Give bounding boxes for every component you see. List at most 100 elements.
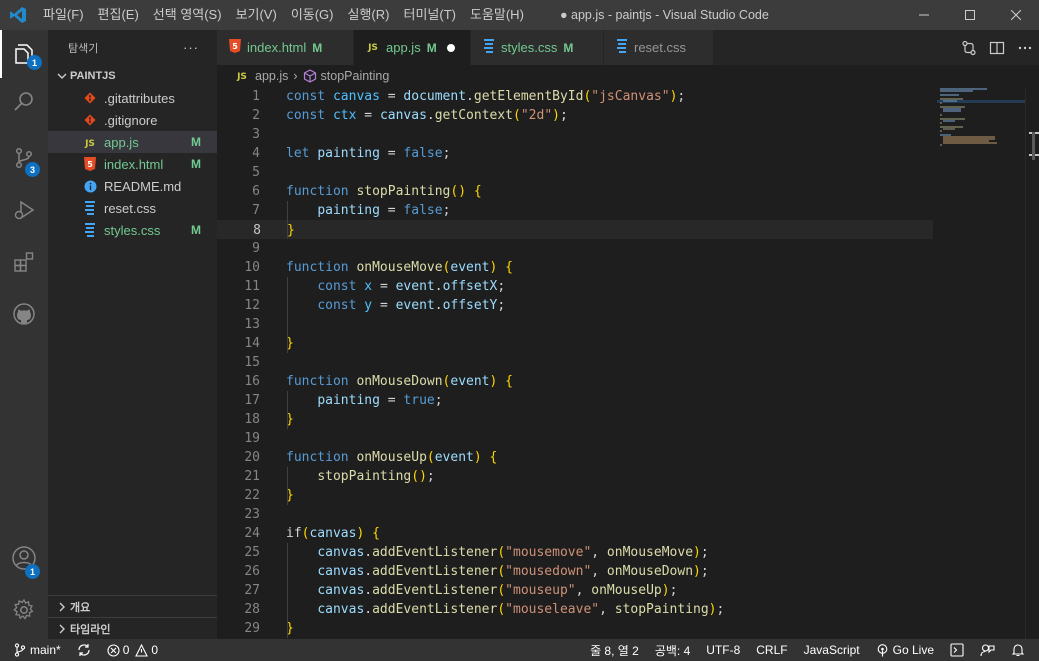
notifications-button[interactable] <box>1003 639 1039 661</box>
menu-file[interactable]: 파일(F) <box>36 0 91 30</box>
more-editor-actions-button[interactable] <box>1011 30 1039 65</box>
maximize-button[interactable] <box>947 0 993 30</box>
unsaved-dot-icon[interactable] <box>446 43 455 52</box>
cursor-position[interactable]: 줄 8, 열 2 <box>582 639 647 661</box>
extensions-button[interactable] <box>0 238 48 286</box>
code-line[interactable]: 14} <box>217 334 933 353</box>
breadcrumb-symbol[interactable]: stopPainting <box>321 69 390 83</box>
file-index-html[interactable]: 5 index.html M <box>48 153 217 175</box>
code-line[interactable]: 12 const y = event.offsetY; <box>217 296 933 315</box>
code-line[interactable]: 10 function onMouseMove(event) { <box>217 258 933 277</box>
open-changes-button[interactable] <box>955 30 983 65</box>
vertical-scrollbar[interactable] <box>1025 87 1039 639</box>
sync-icon <box>78 644 90 656</box>
menu-go[interactable]: 이동(G) <box>284 0 341 30</box>
code-text: const canvas = document.getElementById("… <box>286 89 686 104</box>
menu-selection[interactable]: 선택 영역(S) <box>146 0 229 30</box>
code-line[interactable]: 23 <box>217 505 933 524</box>
search-button[interactable] <box>0 78 48 126</box>
outline-section[interactable]: 개요 <box>48 595 217 617</box>
branch-status[interactable]: main* <box>0 639 69 661</box>
file-readme-md[interactable]: README.md <box>48 175 217 197</box>
code-line[interactable]: 22} <box>217 486 933 505</box>
code-text: const ctx = canvas.getContext("2d"); <box>286 108 568 123</box>
end-of-line[interactable]: CRLF <box>748 639 795 661</box>
menu-terminal[interactable]: 터미널(T) <box>396 0 462 30</box>
folder-paintjs[interactable]: PAINTJS <box>48 65 217 87</box>
editor-actions <box>955 30 1039 65</box>
explorer-button[interactable]: 1 <box>0 30 48 78</box>
accounts-button[interactable]: 1 <box>0 534 48 582</box>
file-reset-css[interactable]: reset.css <box>48 197 217 219</box>
code-line[interactable]: 2 const ctx = canvas.getContext("2d"); <box>217 106 933 125</box>
close-button[interactable] <box>993 0 1039 30</box>
code-line[interactable]: 5 <box>217 163 933 182</box>
file-gitattributes[interactable]: .gitattributes <box>48 87 217 109</box>
error-icon <box>107 643 120 657</box>
code-line[interactable]: 17 painting = true; <box>217 391 933 410</box>
code-editor[interactable]: 1 const canvas = document.getElementById(… <box>217 87 937 639</box>
code-line[interactable]: 20 function onMouseUp(event) { <box>217 448 933 467</box>
code-line[interactable]: 21 stopPainting(); <box>217 467 933 486</box>
line-number: 13 <box>244 317 260 332</box>
more-icon <box>1018 46 1032 49</box>
run-debug-button[interactable] <box>0 186 48 234</box>
code-line[interactable]: 3 <box>217 125 933 144</box>
timeline-section[interactable]: 타임라인 <box>48 617 217 639</box>
code-line[interactable]: 16 function onMouseDown(event) { <box>217 372 933 391</box>
code-line[interactable]: 13 <box>217 315 933 334</box>
breadcrumb: JS app.js › stopPainting <box>217 65 1039 87</box>
code-line[interactable]: 8} <box>217 220 933 239</box>
language-mode[interactable]: JavaScript <box>796 639 868 661</box>
tab-index-html[interactable]: 5 index.html M <box>217 30 354 65</box>
source-control-button[interactable]: 3 <box>0 134 48 182</box>
code-line[interactable]: 15 <box>217 353 933 372</box>
tab-reset-css[interactable]: reset.css <box>604 30 714 65</box>
more-actions-button[interactable]: ··· <box>183 40 199 55</box>
code-line[interactable]: 26 canvas.addEventListener("mousedown", … <box>217 562 933 581</box>
code-text: } <box>287 223 295 238</box>
indent-guide <box>287 391 288 429</box>
modified-badge: M <box>563 40 574 55</box>
file-app-js[interactable]: JS app.js M <box>48 131 217 153</box>
scroll-thumb[interactable] <box>1032 132 1035 160</box>
minimize-button[interactable] <box>901 0 947 30</box>
file-label: styles.css <box>104 222 161 238</box>
code-line[interactable]: 18} <box>217 410 933 429</box>
code-line[interactable]: 7 painting = false; <box>217 201 933 220</box>
code-line[interactable]: 1 const canvas = document.getElementById(… <box>217 87 933 106</box>
go-live-label: Go Live <box>892 643 934 657</box>
code-line[interactable]: 6 function stopPainting() { <box>217 182 933 201</box>
modified-badge: M <box>312 40 323 55</box>
file-gitignore[interactable]: .gitignore <box>48 109 217 131</box>
code-line[interactable]: 9 <box>217 239 933 258</box>
tab-app-js[interactable]: JS app.js M <box>354 30 471 65</box>
menu-edit[interactable]: 편집(E) <box>91 0 146 30</box>
code-line[interactable]: 27 canvas.addEventListener("mouseup", on… <box>217 581 933 600</box>
code-line[interactable]: 28 canvas.addEventListener("mouseleave",… <box>217 600 933 619</box>
menu-view[interactable]: 보기(V) <box>229 0 284 30</box>
menu-help[interactable]: 도움말(H) <box>463 0 531 30</box>
terminal-button[interactable] <box>942 639 972 661</box>
go-live-button[interactable]: Go Live <box>868 639 942 661</box>
breadcrumb-file[interactable]: app.js <box>255 69 288 83</box>
file-styles-css[interactable]: styles.css M <box>48 219 217 241</box>
code-line[interactable]: 29} <box>217 619 933 638</box>
code-line[interactable]: 24 if(canvas) { <box>217 524 933 543</box>
code-line[interactable]: 19 <box>217 429 933 448</box>
feedback-button[interactable] <box>972 639 1003 661</box>
js-icon: JS <box>82 134 98 150</box>
code-line[interactable]: 4 let painting = false; <box>217 144 933 163</box>
code-line[interactable]: 25 canvas.addEventListener("mousemove", … <box>217 543 933 562</box>
github-button[interactable] <box>0 290 48 338</box>
code-line[interactable]: 11 const x = event.offsetX; <box>217 277 933 296</box>
problems-status[interactable]: 0 0 <box>99 639 166 661</box>
sync-button[interactable] <box>69 639 99 661</box>
menu-run[interactable]: 실행(R) <box>341 0 397 30</box>
tab-styles-css[interactable]: styles.css M <box>471 30 604 65</box>
manage-button[interactable] <box>0 586 48 634</box>
split-editor-button[interactable] <box>983 30 1011 65</box>
encoding[interactable]: UTF-8 <box>698 639 748 661</box>
indentation[interactable]: 공백: 4 <box>647 639 698 661</box>
minimap[interactable] <box>937 87 1027 639</box>
